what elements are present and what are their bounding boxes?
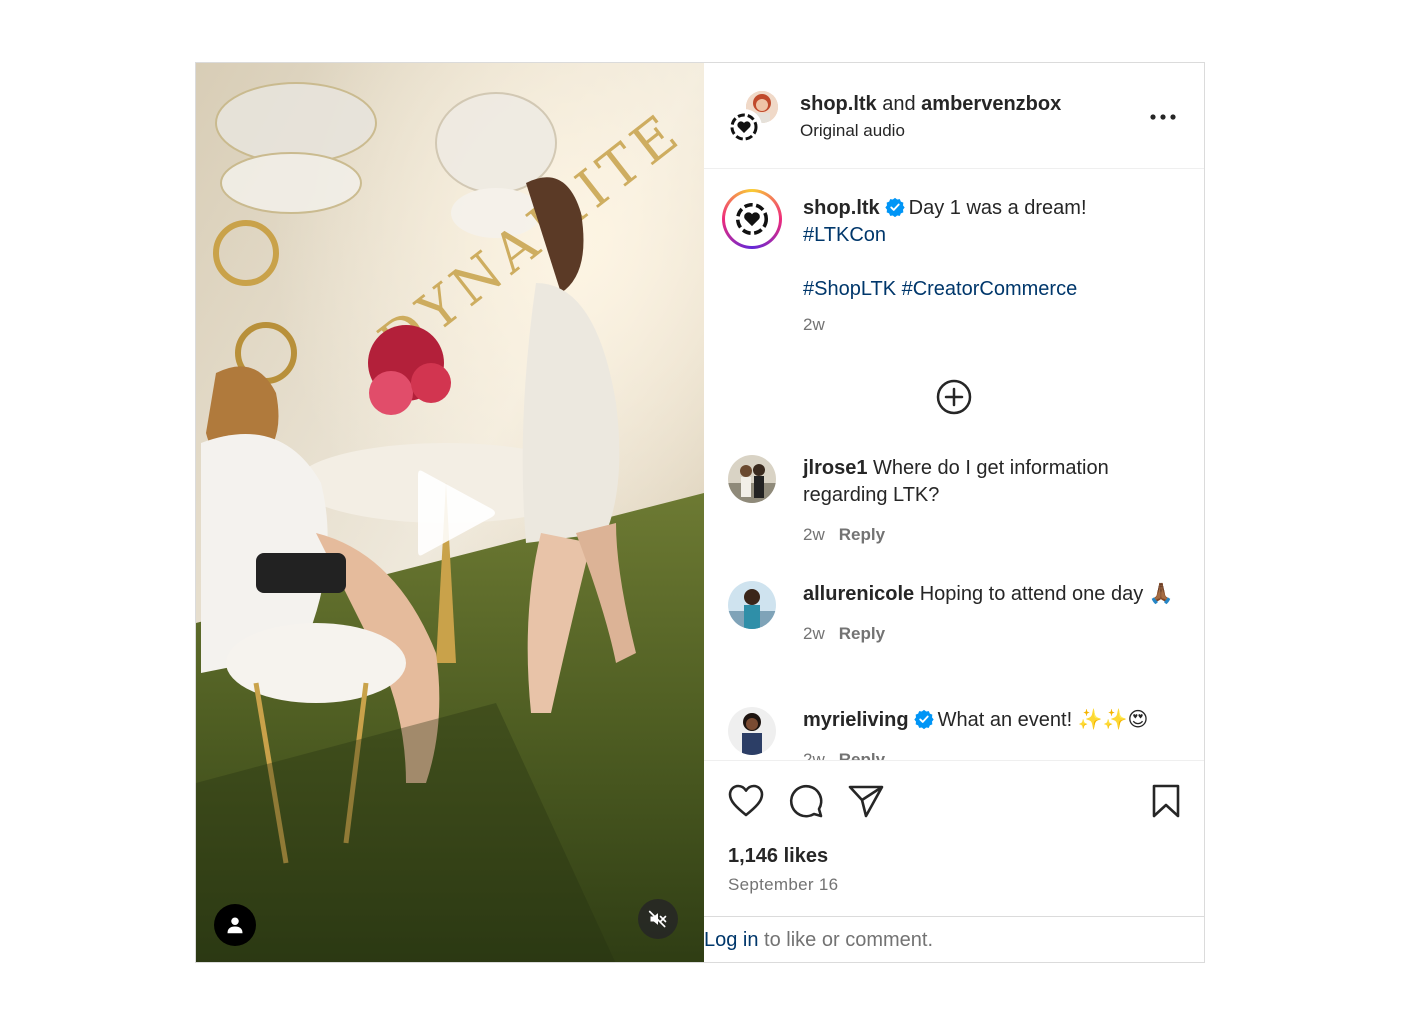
post-date[interactable]: September 16 <box>728 875 838 895</box>
muted-speaker-icon <box>648 910 667 928</box>
reply-button[interactable]: Reply <box>839 525 885 544</box>
user-icon <box>227 917 243 934</box>
caption-text: Day 1 was a dream! <box>908 197 1087 219</box>
likes-count[interactable]: 1,146 likes <box>728 845 828 868</box>
plus-circle-icon <box>936 379 972 415</box>
play-icon <box>418 470 495 556</box>
commenter-avatar[interactable] <box>728 581 776 629</box>
hashtags-link[interactable]: #ShopLTK #CreatorCommerce <box>803 278 1077 300</box>
comment-username[interactable]: allurenicole <box>803 583 914 605</box>
login-prompt: Log in to like or comment. <box>704 916 1204 962</box>
comment-username[interactable]: jlrose1 <box>803 457 867 479</box>
bookmark-icon <box>1152 784 1180 818</box>
shop-ltk-avatar[interactable] <box>726 109 762 145</box>
comment-button[interactable] <box>786 781 826 821</box>
ltk-logo-icon <box>730 113 758 141</box>
collab-avatars[interactable] <box>726 91 780 145</box>
ltk-logo-icon <box>735 202 769 236</box>
collaborator-username-link[interactable]: ambervenzbox <box>921 93 1061 115</box>
audio-label[interactable]: Original audio <box>800 121 1061 141</box>
caption-username[interactable]: shop.ltk <box>803 197 880 219</box>
more-options-button[interactable] <box>1148 103 1178 131</box>
caption-avatar-story-ring[interactable] <box>722 189 782 249</box>
reply-button[interactable]: Reply <box>839 750 885 760</box>
play-button[interactable] <box>404 458 504 568</box>
save-button[interactable] <box>1146 781 1186 821</box>
mute-button[interactable] <box>638 899 678 939</box>
comment-bubble-icon <box>789 784 823 818</box>
comment-time[interactable]: 2w <box>803 750 825 760</box>
comment-username[interactable]: myrieliving <box>803 709 909 731</box>
share-button[interactable] <box>846 781 886 821</box>
reply-button[interactable]: Reply <box>839 624 885 643</box>
comment-time[interactable]: 2w <box>803 624 825 643</box>
login-prompt-text: to like or comment. <box>758 929 934 951</box>
verified-badge-icon <box>885 197 905 217</box>
post-details-panel: shop.ltk and ambervenzbox Original audio <box>704 63 1204 962</box>
paper-plane-icon <box>848 785 884 818</box>
heart-icon <box>728 784 764 817</box>
post-header: shop.ltk and ambervenzbox Original audio <box>704 63 1204 169</box>
commenter-avatar[interactable] <box>728 455 776 503</box>
login-link[interactable]: Log in <box>704 929 759 951</box>
verified-badge-icon <box>913 709 934 729</box>
hashtag-link[interactable]: #LTKCon <box>803 224 886 246</box>
commenter-avatar[interactable] <box>728 707 776 755</box>
post-actions: 1,146 likes September 16 <box>704 760 1204 916</box>
caption-time[interactable]: 2w <box>803 315 825 334</box>
header-conjunction: and <box>882 93 916 115</box>
tagged-users-button[interactable] <box>214 904 256 946</box>
video-player[interactable]: DYNAMITE <box>196 63 704 962</box>
owner-username-link[interactable]: shop.ltk <box>800 93 877 115</box>
more-horizontal-icon <box>1150 114 1176 120</box>
comment-text: Hoping to attend one day 🙏🏾 <box>919 583 1174 605</box>
header-text: shop.ltk and ambervenzbox Original audio <box>800 91 1061 141</box>
comments-section[interactable]: shop.ltk Day 1 was a dream! #LTKCon #Shop… <box>704 169 1204 760</box>
like-button[interactable] <box>726 781 766 821</box>
load-more-comments-button[interactable] <box>936 379 972 415</box>
comment-text: What an event! ✨✨😍 <box>937 709 1149 731</box>
comment-time[interactable]: 2w <box>803 525 825 544</box>
instagram-post: DYNAMITE shop.ltk and ambervenzbox Origi… <box>195 62 1205 963</box>
